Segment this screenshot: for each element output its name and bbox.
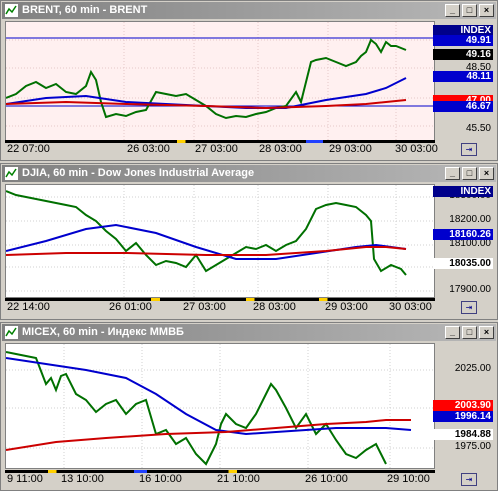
djia-x-axis: 22 14:00 26 01:00 27 03:00 28 03:00 29 0… <box>5 301 435 315</box>
djia-grid <box>6 185 434 297</box>
micex-y-axis: 2025.00 1975.00 2003.90 1996.14 1984.88 <box>433 343 493 471</box>
djia-x-label: 30 03:00 <box>389 301 432 313</box>
micex-tag-ma-blue: 1996.14 <box>433 411 493 422</box>
micex-ma-red <box>6 419 411 451</box>
djia-tag-last: 18035.00 <box>433 258 493 269</box>
djia-chart-window[interactable]: DJIA, 60 min - Dow Jones Industrial Aver… <box>0 163 498 320</box>
brent-x-label: 27 03:00 <box>195 143 238 155</box>
brent-tag-value: 49.91 <box>433 35 493 46</box>
maximize-button[interactable]: □ <box>462 326 477 339</box>
djia-scroll-end-button[interactable]: ⇥ <box>461 301 477 314</box>
maximize-button[interactable]: □ <box>462 4 477 17</box>
brent-plot-area[interactable] <box>5 21 435 141</box>
djia-y-label: 18200.00 <box>449 214 491 225</box>
micex-grid <box>6 344 434 468</box>
micex-x-label: 16 10:00 <box>139 473 182 485</box>
djia-plot-area[interactable] <box>5 184 435 298</box>
brent-x-label: 29 03:00 <box>329 143 372 155</box>
brent-tag-ma-blue: 48.11 <box>433 71 493 82</box>
micex-title: MICEX, 60 min - Индекс ММВБ <box>22 326 184 338</box>
djia-tag-ma: 18160.26 <box>433 229 493 240</box>
chart-app-icon <box>5 167 18 180</box>
minimize-button[interactable]: _ <box>445 167 460 180</box>
chart-app-icon <box>5 326 18 339</box>
djia-titlebar[interactable]: DJIA, 60 min - Dow Jones Industrial Aver… <box>2 165 496 182</box>
djia-x-label: 29 03:00 <box>325 301 368 313</box>
micex-chart-window[interactable]: MICEX, 60 min - Индекс ММВБ _ □ × 2025.0… <box>0 322 498 491</box>
micex-tag-ma-red: 2003.90 <box>433 400 493 411</box>
micex-x-label: 26 10:00 <box>305 473 348 485</box>
brent-x-label: 22 07:00 <box>7 143 50 155</box>
brent-y-label: 45.50 <box>465 123 491 134</box>
djia-price-series <box>6 190 407 276</box>
close-button[interactable]: × <box>479 167 494 180</box>
brent-title: BRENT, 60 min - BRENT <box>22 4 148 16</box>
brent-x-label: 28 03:00 <box>259 143 302 155</box>
brent-tag-last: 49.16 <box>433 49 493 60</box>
brent-x-label: 30 03:00 <box>395 143 438 155</box>
micex-x-axis: 9 11:00 13 10:00 16 10:00 21 10:00 26 10… <box>5 473 435 487</box>
maximize-button[interactable]: □ <box>462 167 477 180</box>
micex-x-label: 21 10:00 <box>217 473 260 485</box>
minimize-button[interactable]: _ <box>445 326 460 339</box>
brent-x-axis: 22 07:00 26 03:00 27 03:00 28 03:00 29 0… <box>5 143 438 157</box>
djia-tag-index: INDEX <box>433 186 493 197</box>
close-button[interactable]: × <box>479 326 494 339</box>
micex-x-label: 29 10:00 <box>387 473 430 485</box>
minimize-button[interactable]: _ <box>445 4 460 17</box>
micex-titlebar[interactable]: MICEX, 60 min - Индекс ММВБ _ □ × <box>2 324 496 341</box>
micex-y-label: 2025.00 <box>454 363 491 374</box>
close-button[interactable]: × <box>479 4 494 17</box>
djia-y-label: 17900.00 <box>449 284 491 295</box>
micex-x-label: 13 10:00 <box>61 473 104 485</box>
djia-y-axis: 18300.00 18200.00 18100.00 18000.00 1790… <box>433 184 493 300</box>
brent-titlebar[interactable]: BRENT, 60 min - BRENT _ □ × <box>2 2 496 19</box>
micex-plot-area[interactable] <box>5 343 435 469</box>
micex-y-label: 1975.00 <box>454 441 491 452</box>
djia-x-label: 22 14:00 <box>7 301 50 313</box>
chart-app-icon <box>5 4 18 17</box>
brent-ma-red <box>6 99 407 110</box>
brent-x-label: 26 03:00 <box>127 143 170 155</box>
djia-x-label: 26 01:00 <box>109 301 152 313</box>
djia-x-label: 28 03:00 <box>253 301 296 313</box>
micex-x-label: 9 11:00 <box>7 473 43 485</box>
brent-chart-window[interactable]: BRENT, 60 min - BRENT _ □ × 48.50 45.50 … <box>0 0 498 161</box>
micex-tag-last: 1984.88 <box>433 429 493 440</box>
brent-y-axis: 48.50 45.50 INDEX 49.91 49.16 48.11 47.0… <box>433 21 493 143</box>
djia-title: DJIA, 60 min - Dow Jones Industrial Aver… <box>22 167 255 179</box>
brent-tag-level: 46.67 <box>433 101 493 112</box>
micex-scroll-end-button[interactable]: ⇥ <box>461 473 477 486</box>
djia-x-label: 27 03:00 <box>183 301 226 313</box>
brent-scroll-end-button[interactable]: ⇥ <box>461 143 477 156</box>
